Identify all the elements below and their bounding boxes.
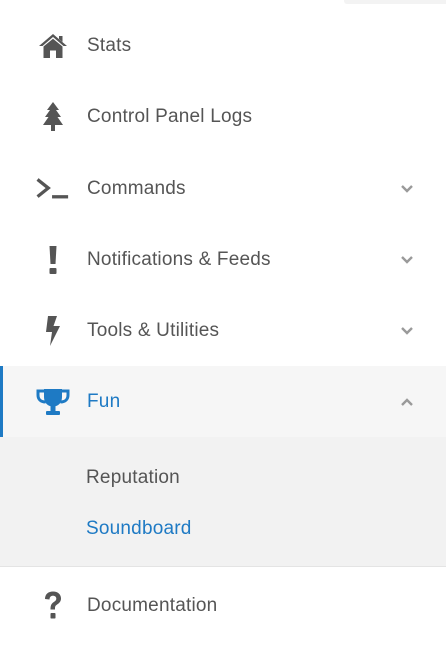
sidebar-item-label: Fun: [87, 390, 121, 412]
trophy-icon: [36, 385, 70, 419]
tree-icon: [36, 100, 70, 134]
submenu-item-reputation[interactable]: Reputation: [86, 467, 180, 489]
sidebar-item-documentation[interactable]: Documentation: [0, 570, 446, 641]
sidebar-item-tools-utilities[interactable]: Tools & Utilities: [0, 295, 446, 366]
sidebar-item-fun[interactable]: Fun: [0, 366, 446, 437]
sidebar-item-label: Documentation: [87, 594, 218, 616]
submenu-item-soundboard[interactable]: Soundboard: [86, 518, 192, 540]
sidebar-item-stats[interactable]: Stats: [0, 10, 446, 81]
sidebar-item-label: Notifications & Feeds: [87, 248, 271, 270]
exclamation-icon: [36, 243, 70, 277]
question-icon: [36, 589, 70, 623]
sidebar-item-notifications-feeds[interactable]: Notifications & Feeds: [0, 224, 446, 295]
sidebar-item-label: Stats: [87, 34, 132, 56]
sidebar-item-label: Control Panel Logs: [87, 105, 253, 127]
terminal-icon: [36, 172, 70, 206]
chevron-down-icon[interactable]: [399, 181, 415, 197]
sidebar-item-control-panel-logs[interactable]: Control Panel Logs: [0, 81, 446, 152]
sidebar-item-label: Tools & Utilities: [87, 319, 220, 341]
bolt-icon: [36, 314, 70, 348]
top-edge-panel: [344, 0, 446, 4]
sidebar-item-commands[interactable]: Commands: [0, 153, 446, 224]
sidebar-nav: Stats Control Panel Logs Commands Notifi…: [0, 0, 446, 651]
chevron-up-icon[interactable]: [399, 394, 415, 410]
sidebar-item-label: Commands: [87, 177, 186, 199]
chevron-down-icon[interactable]: [399, 323, 415, 339]
chevron-down-icon[interactable]: [399, 252, 415, 268]
fun-submenu: Reputation Soundboard: [0, 437, 446, 567]
home-icon: [36, 29, 70, 63]
